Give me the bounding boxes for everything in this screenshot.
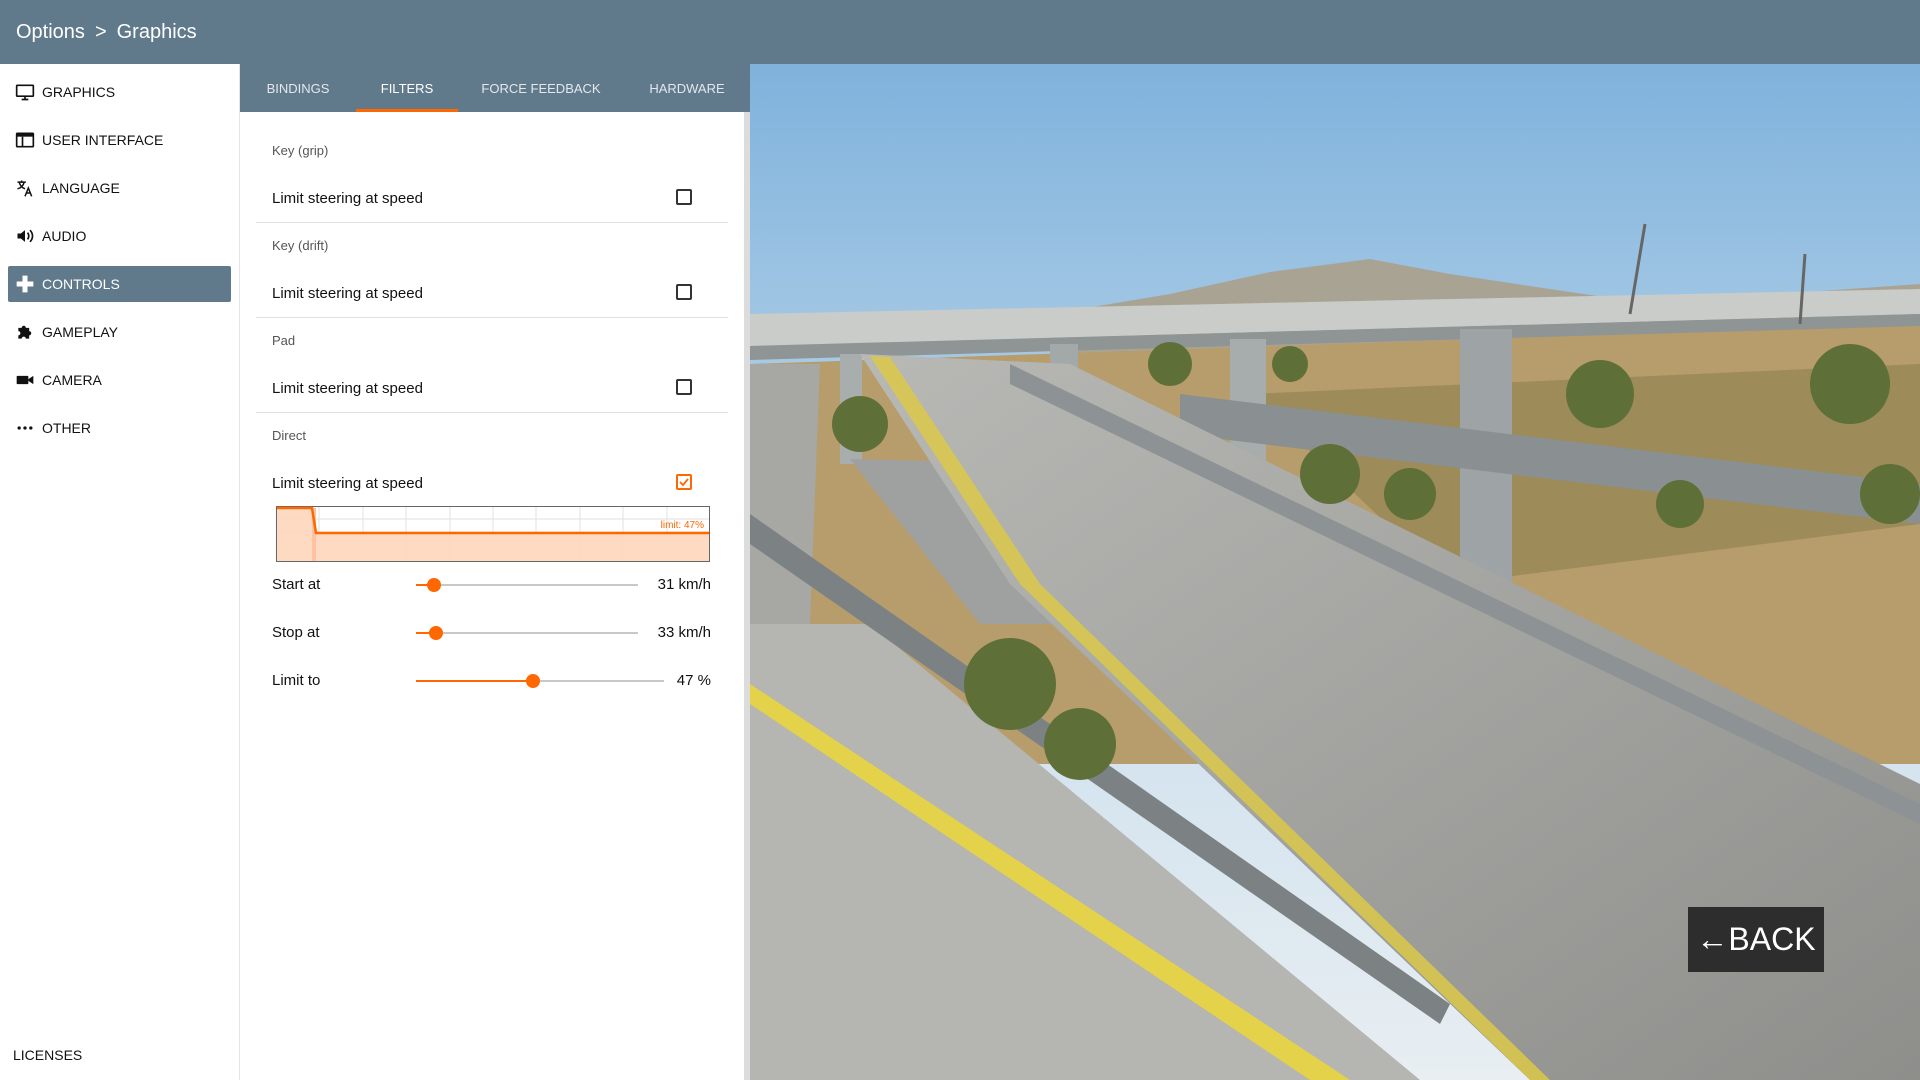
limit-to-slider[interactable] xyxy=(416,671,664,691)
graph-limit-label: limit: 47% xyxy=(661,520,704,531)
option-label: Limit steering at speed xyxy=(272,190,423,207)
sidebar-item-label: CONTROLS xyxy=(42,276,120,292)
gamepad-icon xyxy=(14,273,36,295)
start-at-slider[interactable] xyxy=(416,575,638,595)
section-title-key-drift: Key (drift) xyxy=(272,238,329,253)
slider-fill xyxy=(416,680,533,682)
slider-thumb[interactable] xyxy=(526,674,540,688)
breadcrumb-separator: > xyxy=(94,20,107,43)
slider-label-start: Start at xyxy=(272,576,321,593)
checkmark-icon xyxy=(679,478,689,487)
section-title-key-grip: Key (grip) xyxy=(272,143,329,158)
limit-steering-pad-checkbox[interactable] xyxy=(676,379,692,395)
option-label: Limit steering at speed xyxy=(272,475,423,492)
slider-label-limit: Limit to xyxy=(272,672,321,689)
slider-track xyxy=(416,584,638,586)
option-label: Limit steering at speed xyxy=(272,380,423,397)
tab-hardware[interactable]: HARDWARE xyxy=(624,64,750,112)
section-title-pad: Pad xyxy=(272,333,296,348)
divider xyxy=(256,317,728,318)
sidebar-item-graphics[interactable]: GRAPHICS xyxy=(8,74,231,110)
tab-bar: BINDINGS FILTERS FORCE FEEDBACK HARDWARE xyxy=(240,64,750,112)
filters-panel xyxy=(240,112,744,1080)
slider-thumb[interactable] xyxy=(427,578,441,592)
sidebar-item-label: LANGUAGE xyxy=(42,180,120,196)
slider-value-start: 31 km/h xyxy=(657,576,711,593)
monitor-icon xyxy=(14,81,36,103)
breadcrumb-current: Graphics xyxy=(116,20,197,43)
sidebar-item-label: CAMERA xyxy=(42,372,102,388)
sidebar-item-other[interactable]: OTHER xyxy=(8,410,231,446)
divider xyxy=(256,222,728,223)
slider-value-limit: 47 % xyxy=(676,672,711,689)
sidebar-item-language[interactable]: LANGUAGE xyxy=(8,170,231,206)
puzzle-icon xyxy=(14,321,36,343)
sidebar-item-label: AUDIO xyxy=(42,228,87,244)
window-icon xyxy=(14,129,36,151)
sidebar-item-label: OTHER xyxy=(42,420,91,436)
back-button-label: BACK xyxy=(1728,921,1816,957)
translate-icon xyxy=(14,177,36,199)
video-camera-icon xyxy=(14,369,36,391)
sidebar: GRAPHICS USER INTERFACE LANGUAGE AUDIO C… xyxy=(0,64,240,1080)
slider-label-stop: Stop at xyxy=(272,624,320,641)
slider-value-stop: 33 km/h xyxy=(657,624,711,641)
tab-bindings[interactable]: BINDINGS xyxy=(240,64,356,112)
sidebar-item-user-interface[interactable]: USER INTERFACE xyxy=(8,122,231,158)
limit-steering-key-grip-checkbox[interactable] xyxy=(676,189,692,205)
sidebar-item-audio[interactable]: AUDIO xyxy=(8,218,231,254)
tab-force-feedback[interactable]: FORCE FEEDBACK xyxy=(458,64,624,112)
stop-at-slider[interactable] xyxy=(416,623,638,643)
divider xyxy=(256,412,728,413)
back-button[interactable]: ← BACK xyxy=(1688,907,1824,972)
sidebar-item-label: USER INTERFACE xyxy=(42,132,164,148)
back-arrow-icon: ← xyxy=(1696,921,1729,957)
option-label: Limit steering at speed xyxy=(272,285,423,302)
tab-filters[interactable]: FILTERS xyxy=(356,64,458,112)
limit-steering-key-drift-checkbox[interactable] xyxy=(676,284,692,300)
breadcrumb-root[interactable]: Options xyxy=(16,21,85,44)
steering-limit-graph: limit: 47% xyxy=(276,506,710,562)
section-title-direct: Direct xyxy=(272,428,306,443)
speaker-icon xyxy=(14,225,36,247)
limit-steering-direct-checkbox[interactable] xyxy=(676,474,692,490)
slider-track xyxy=(416,632,638,634)
sidebar-item-label: GRAPHICS xyxy=(42,84,116,100)
licenses-link[interactable]: LICENSES xyxy=(13,1047,82,1063)
sidebar-item-gameplay[interactable]: GAMEPLAY xyxy=(8,314,231,350)
sidebar-item-controls[interactable]: CONTROLS xyxy=(8,266,231,302)
sidebar-item-label: GAMEPLAY xyxy=(42,324,118,340)
more-icon xyxy=(14,417,36,439)
top-bar: Options > Graphics xyxy=(0,0,1920,64)
slider-thumb[interactable] xyxy=(429,626,443,640)
sidebar-item-camera[interactable]: CAMERA xyxy=(8,362,231,398)
